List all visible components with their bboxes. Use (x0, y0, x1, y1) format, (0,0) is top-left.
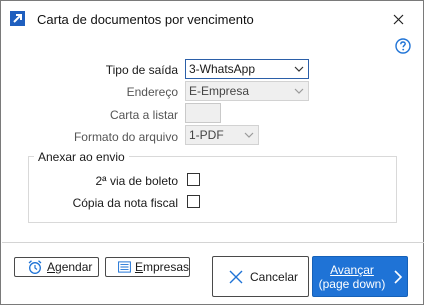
agendar-button[interactable]: Agendar (14, 257, 99, 277)
endereco-value: E-Empresa (189, 84, 250, 98)
copia-nota-checkbox[interactable] (187, 195, 200, 208)
copia-nota-label: Cópia da nota fiscal (72, 196, 178, 210)
segunda-via-checkbox[interactable] (187, 173, 200, 186)
agendar-mnemonic: A (47, 260, 56, 274)
empresas-button[interactable]: Empresas (105, 257, 190, 277)
chevron-down-icon (294, 66, 304, 72)
next-label-main: Avançar (330, 262, 374, 277)
help-icon[interactable] (395, 38, 411, 54)
footer-separator (2, 242, 424, 243)
formato-select: 1-PDF (185, 125, 259, 145)
anexar-title: Anexar ao envio (34, 150, 129, 164)
window-title: Carta de documentos por vencimento (37, 12, 254, 27)
tipo-saida-label: Tipo de saída (105, 63, 178, 77)
next-button[interactable]: Avançar (page down) (312, 256, 408, 297)
formato-label: Formato do arquivo (73, 130, 178, 144)
agendar-rest: gendar (55, 260, 93, 274)
formato-value: 1-PDF (189, 128, 224, 142)
tipo-saida-select[interactable]: 3-WhatsApp (185, 59, 309, 79)
empresas-rest: mpresas (142, 260, 189, 274)
anexar-groupbox (28, 156, 397, 223)
x-icon (229, 270, 243, 283)
list-icon (118, 261, 131, 273)
arrow-up-right-icon (10, 11, 25, 26)
next-label-shortcut: (page down) (318, 276, 386, 291)
empresas-mnemonic: E (134, 260, 143, 274)
tipo-saida-value: 3-WhatsApp (189, 62, 256, 76)
segunda-via-label: 2ª via de boleto (95, 174, 179, 188)
empresas-label: Empresas (135, 260, 189, 274)
dialog-window: Carta de documentos por vencimento Tipo … (0, 0, 424, 305)
agendar-label: Agendar (47, 260, 92, 274)
carta-input (185, 103, 221, 123)
cancel-button[interactable]: Cancelar (212, 256, 309, 297)
next-label: Avançar (page down) (317, 263, 387, 291)
close-button[interactable] (385, 7, 411, 31)
alarm-clock-icon (28, 260, 42, 274)
carta-label: Carta a listar (109, 108, 178, 122)
chevron-right-icon (394, 269, 403, 284)
title-bar: Carta de documentos por vencimento (1, 1, 423, 35)
chevron-down-icon (244, 132, 254, 138)
close-icon (393, 14, 403, 24)
endereco-label: Endereço (126, 85, 178, 99)
cancel-label: Cancelar (250, 269, 299, 284)
chevron-down-icon (294, 88, 304, 94)
endereco-select: E-Empresa (185, 81, 309, 101)
